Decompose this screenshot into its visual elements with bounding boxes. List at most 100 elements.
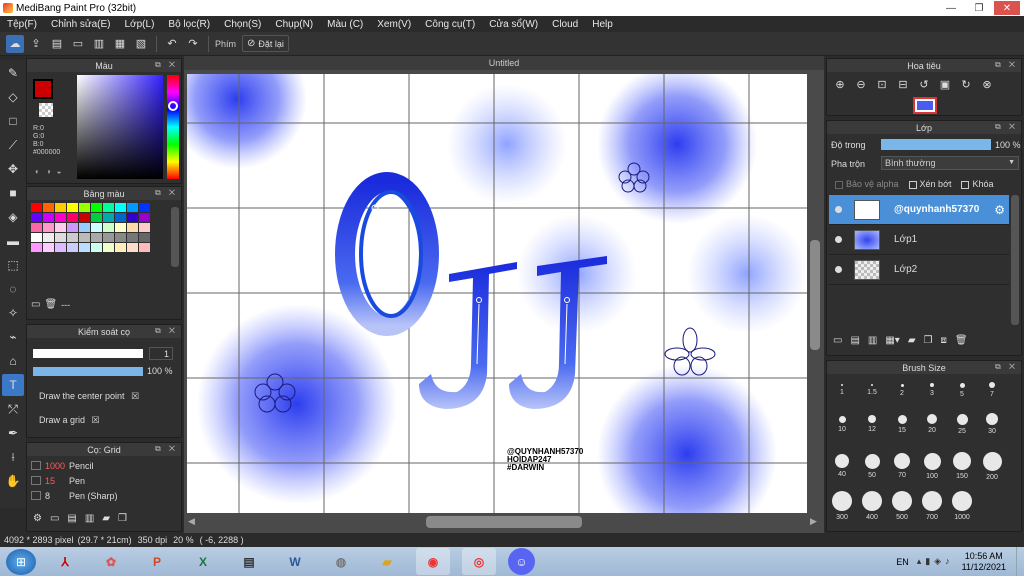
gear-icon[interactable]: ⚙ xyxy=(994,203,1005,217)
reset-button[interactable]: ⊘ Đặt lại xyxy=(242,35,289,52)
operation-tool-icon[interactable]: ⤱ xyxy=(2,398,24,420)
palette-swatch[interactable] xyxy=(31,213,42,222)
actual-size-icon[interactable]: ⊟ xyxy=(894,75,912,93)
palette-swatch[interactable] xyxy=(31,233,42,242)
protect-alpha-option[interactable]: Bảo vệ alpha xyxy=(835,179,899,189)
panel-buttons-icon[interactable]: ⧉ ✕ xyxy=(155,444,178,454)
language-indicator[interactable]: EN xyxy=(896,557,909,567)
palette-swatch[interactable] xyxy=(55,233,66,242)
palette-swatch[interactable] xyxy=(115,243,126,252)
menu-edit[interactable]: Chỉnh sửa(E) xyxy=(44,19,118,30)
checkbox-icon[interactable] xyxy=(961,180,970,189)
palette-swatch[interactable] xyxy=(67,223,78,232)
share-icon[interactable]: ⇪ xyxy=(27,35,45,53)
palette-swatch[interactable] xyxy=(43,223,54,232)
new-layer-copy-icon[interactable]: ▤ xyxy=(850,335,859,346)
palette-swatch[interactable] xyxy=(127,223,138,232)
discord-icon[interactable]: ☺ xyxy=(508,548,535,575)
bucket-tool-icon[interactable]: ◈ xyxy=(2,206,24,228)
brush-size-dot[interactable] xyxy=(959,382,965,388)
brush-size-dot[interactable] xyxy=(868,415,876,423)
folder-icon[interactable]: ▰ xyxy=(908,335,916,346)
start-button-icon[interactable]: ⊞ xyxy=(6,548,36,575)
palette-swatch[interactable] xyxy=(55,243,66,252)
page-icon[interactable]: ▥ xyxy=(90,35,108,53)
chrome-icon[interactable]: ◎ xyxy=(462,548,496,575)
panel-buttons-icon[interactable]: ⧉ ✕ xyxy=(155,326,178,336)
brush-size-dot[interactable] xyxy=(953,452,971,470)
brush-size-dot[interactable] xyxy=(864,453,880,469)
fit-icon[interactable]: ⊡ xyxy=(873,75,891,93)
palette-swatch[interactable] xyxy=(67,213,78,222)
lock-option[interactable]: Khóa xyxy=(961,179,994,189)
rect-tool-icon[interactable]: □ xyxy=(2,110,24,132)
notepad-icon[interactable]: ▤ xyxy=(232,548,266,575)
color-picker-square[interactable] xyxy=(77,75,163,179)
brush-edit-icon[interactable]: ▥ xyxy=(85,513,94,524)
menu-file[interactable]: Tệp(F) xyxy=(0,19,44,30)
palette-swatch[interactable] xyxy=(43,213,54,222)
palette-swatch[interactable] xyxy=(103,213,114,222)
eye-icon[interactable] xyxy=(835,236,842,243)
blend-mode-select[interactable]: Bình thường ▼ xyxy=(881,156,1019,170)
palette-swatch[interactable] xyxy=(79,243,90,252)
select-pen-icon[interactable]: ⌁ xyxy=(2,326,24,348)
palette-swatch[interactable] xyxy=(127,233,138,242)
zoom-out-icon[interactable]: ⊖ xyxy=(852,75,870,93)
redo-icon[interactable]: ↷ xyxy=(184,35,202,53)
minimize-icon[interactable]: — xyxy=(938,1,964,15)
eye-icon[interactable] xyxy=(835,266,842,273)
palette-swatch[interactable] xyxy=(31,203,42,212)
paint-icon[interactable]: ◍ xyxy=(324,548,358,575)
palette-swatch[interactable] xyxy=(139,233,150,242)
layer-row[interactable]: Lớp1 xyxy=(829,225,1009,255)
brush-size-dot[interactable] xyxy=(989,382,995,388)
brush-size-dot[interactable] xyxy=(871,384,873,386)
dot-tool-icon[interactable]: ⟋ xyxy=(2,134,24,156)
tray-icons[interactable]: ▴▮◈♪ xyxy=(917,556,954,567)
palette-swatch[interactable] xyxy=(55,213,66,222)
panel-buttons-icon[interactable]: ⧉ ✕ xyxy=(995,362,1018,372)
scroll-right-icon[interactable]: ▶ xyxy=(810,516,817,527)
hue-slider[interactable] xyxy=(167,75,179,179)
palette-swatch[interactable] xyxy=(103,243,114,252)
delete-palette-icon[interactable]: 🗑 xyxy=(44,299,57,310)
reset-view-icon[interactable]: ⊗ xyxy=(978,75,996,93)
palette-swatch[interactable] xyxy=(103,233,114,242)
palette-swatch[interactable] xyxy=(43,203,54,212)
vertical-scrollbar[interactable] xyxy=(810,240,820,350)
brush-size-dot[interactable] xyxy=(982,451,1002,471)
pen-tool-icon[interactable]: ✒ xyxy=(2,422,24,444)
brush-item[interactable]: 1000 Pencil xyxy=(31,458,181,473)
palette-swatch[interactable] xyxy=(115,203,126,212)
scroll-left-icon[interactable]: ◀ xyxy=(188,516,195,527)
brush-size-slider[interactable] xyxy=(33,349,143,358)
text-tool-icon[interactable]: T xyxy=(2,374,24,396)
palette-swatch[interactable] xyxy=(55,203,66,212)
hue-slider-handle[interactable] xyxy=(168,101,178,111)
rotate-right-icon[interactable]: ↻ xyxy=(957,75,975,93)
zoom-in-icon[interactable]: ⊕ xyxy=(831,75,849,93)
palette-swatches[interactable] xyxy=(31,203,161,253)
palette-swatch[interactable] xyxy=(103,203,114,212)
brush-size-dot[interactable] xyxy=(862,491,882,511)
app-figure-icon[interactable]: ✿ xyxy=(94,548,128,575)
explorer-icon[interactable]: ▰ xyxy=(370,548,404,575)
menu-tools[interactable]: Công cụ(T) xyxy=(418,19,482,30)
palette-swatch[interactable] xyxy=(115,223,126,232)
layer-opacity-slider[interactable] xyxy=(881,139,991,150)
brush-copy-icon[interactable]: ▤ xyxy=(67,513,76,524)
word-icon[interactable]: W xyxy=(278,548,312,575)
menu-snap[interactable]: Chụp(N) xyxy=(268,19,320,30)
brush-item[interactable]: 15 Pen xyxy=(31,473,181,488)
option-grid[interactable]: Draw a grid ☒ xyxy=(39,415,100,426)
brush-folder-icon[interactable]: ▰ xyxy=(102,513,110,524)
select-tool-icon[interactable]: ⬚ xyxy=(2,254,24,276)
secondary-color-swatch[interactable] xyxy=(39,103,53,117)
palette-swatch[interactable] xyxy=(139,213,150,222)
brush-size-dot[interactable] xyxy=(892,491,912,511)
medibang-icon[interactable]: ◉ xyxy=(416,548,450,575)
maximize-icon[interactable]: ❐ xyxy=(966,1,992,15)
menu-cloud[interactable]: Cloud xyxy=(545,19,585,30)
brush-tool-icon[interactable]: ✎ xyxy=(2,62,24,84)
